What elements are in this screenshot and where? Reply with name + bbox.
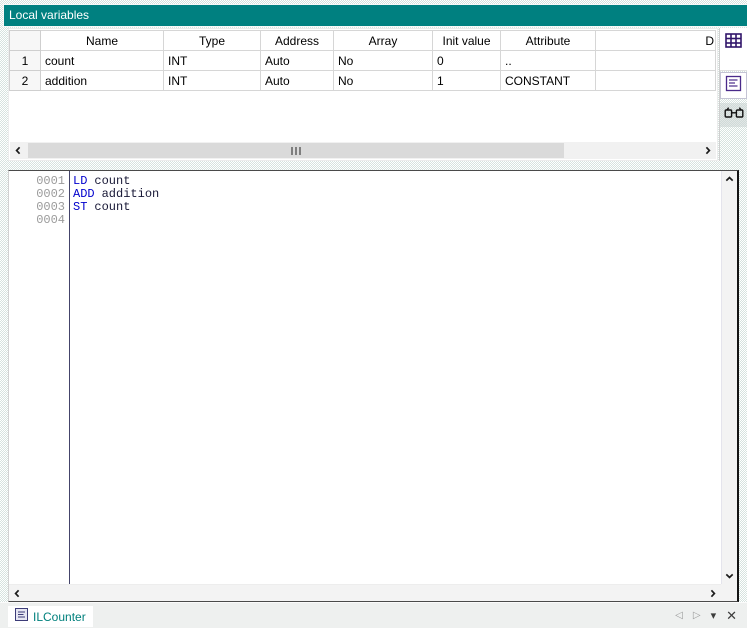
thumb-grip-icon: [295, 147, 297, 155]
line-number: 0004: [9, 214, 70, 227]
next-tab-icon[interactable]: ▷: [693, 610, 701, 621]
cell-name[interactable]: addition: [41, 71, 164, 91]
il-operand: addition: [102, 187, 160, 201]
variables-horizontal-scrollbar[interactable]: [10, 142, 716, 159]
col-header-documentation-truncated[interactable]: D: [596, 31, 716, 51]
declaration-list-icon: [725, 75, 742, 97]
table-row: 2 addition INT Auto No 1 CONSTANT: [10, 71, 716, 91]
panel-title: Local variables: [9, 8, 89, 22]
scroll-left-button[interactable]: [10, 142, 27, 159]
scroll-down-button[interactable]: [721, 567, 737, 584]
code-area[interactable]: 0001LDcount 0002ADDaddition 0003STcount …: [9, 175, 721, 584]
tab-ilcounter[interactable]: ILCounter: [8, 606, 93, 627]
bottom-tab-strip: ILCounter ◁ ▷ ▾ ✕: [0, 602, 747, 628]
scroll-up-button[interactable]: [721, 171, 737, 188]
find-button[interactable]: [720, 103, 747, 127]
cell-name[interactable]: count: [41, 51, 164, 71]
prev-tab-icon[interactable]: ◁: [675, 610, 683, 621]
variables-table: Name Type Address Array Init value Attri…: [9, 30, 716, 91]
il-keyword: ST: [73, 200, 87, 214]
chevron-right-icon: [708, 585, 717, 603]
tab-menu-icon[interactable]: ▾: [711, 609, 717, 622]
cell-documentation[interactable]: [596, 51, 716, 71]
cell-init-value[interactable]: 0: [433, 51, 501, 71]
scrollbar-thumb[interactable]: [28, 143, 564, 158]
editor-vertical-scrollbar[interactable]: [721, 171, 737, 584]
row-number-cell[interactable]: 1: [10, 51, 41, 71]
chevron-right-icon: [703, 142, 712, 160]
scrollbar-corner: [721, 584, 737, 601]
cell-address[interactable]: Auto: [261, 51, 334, 71]
corner-header-cell[interactable]: [10, 31, 41, 51]
binoculars-icon: [724, 106, 744, 124]
il-operand: count: [94, 200, 130, 214]
editor-horizontal-scrollbar[interactable]: [9, 584, 721, 601]
col-header-name[interactable]: Name: [41, 31, 164, 51]
row-number-cell[interactable]: 2: [10, 71, 41, 91]
cell-init-value[interactable]: 1: [433, 71, 501, 91]
il-keyword: LD: [73, 174, 87, 188]
cell-attribute[interactable]: CONSTANT: [501, 71, 596, 91]
il-code-line[interactable]: 0004: [9, 214, 721, 227]
col-header-address[interactable]: Address: [261, 31, 334, 51]
table-header-row: Name Type Address Array Init value Attri…: [10, 31, 716, 51]
thumb-grip-icon: [299, 147, 301, 155]
cell-attribute[interactable]: ..: [501, 51, 596, 71]
cell-type[interactable]: INT: [164, 71, 261, 91]
scroll-right-button[interactable]: [704, 585, 721, 602]
thumb-grip-icon: [291, 147, 293, 155]
cell-documentation[interactable]: [596, 71, 716, 91]
il-code-line[interactable]: 0003STcount: [9, 201, 721, 214]
panel-titlebar: Local variables: [3, 4, 747, 27]
col-header-init-value[interactable]: Init value: [433, 31, 501, 51]
table-view-button[interactable]: [720, 28, 747, 71]
col-header-array[interactable]: Array: [334, 31, 433, 51]
il-code-editor: 0001LDcount 0002ADDaddition 0003STcount …: [8, 170, 739, 602]
tab-navigation-controls: ◁ ▷ ▾ ✕: [675, 603, 737, 628]
program-document-icon: [15, 608, 28, 626]
chevron-left-icon: [13, 585, 22, 603]
il-operand: count: [94, 174, 130, 188]
variables-panel: Name Type Address Array Init value Attri…: [8, 28, 718, 161]
chevron-up-icon: [725, 171, 734, 189]
scroll-left-button[interactable]: [9, 585, 26, 602]
cell-type[interactable]: INT: [164, 51, 261, 71]
col-header-attribute[interactable]: Attribute: [501, 31, 596, 51]
table-row: 1 count INT Auto No 0 ..: [10, 51, 716, 71]
declaration-view-button[interactable]: [720, 72, 747, 99]
cell-array[interactable]: No: [334, 71, 433, 91]
col-header-type[interactable]: Type: [164, 31, 261, 51]
il-keyword: ADD: [73, 187, 95, 201]
close-tab-icon[interactable]: ✕: [726, 609, 737, 622]
chevron-left-icon: [14, 142, 23, 160]
chevron-down-icon: [725, 567, 734, 585]
tab-label: ILCounter: [33, 610, 86, 624]
scroll-right-button[interactable]: [699, 142, 716, 159]
cell-array[interactable]: No: [334, 51, 433, 71]
cell-address[interactable]: Auto: [261, 71, 334, 91]
side-toolbar: [719, 28, 747, 161]
table-grid-icon: [725, 33, 742, 70]
local-variables-window: Local variables Name Type Address Array …: [0, 0, 747, 628]
